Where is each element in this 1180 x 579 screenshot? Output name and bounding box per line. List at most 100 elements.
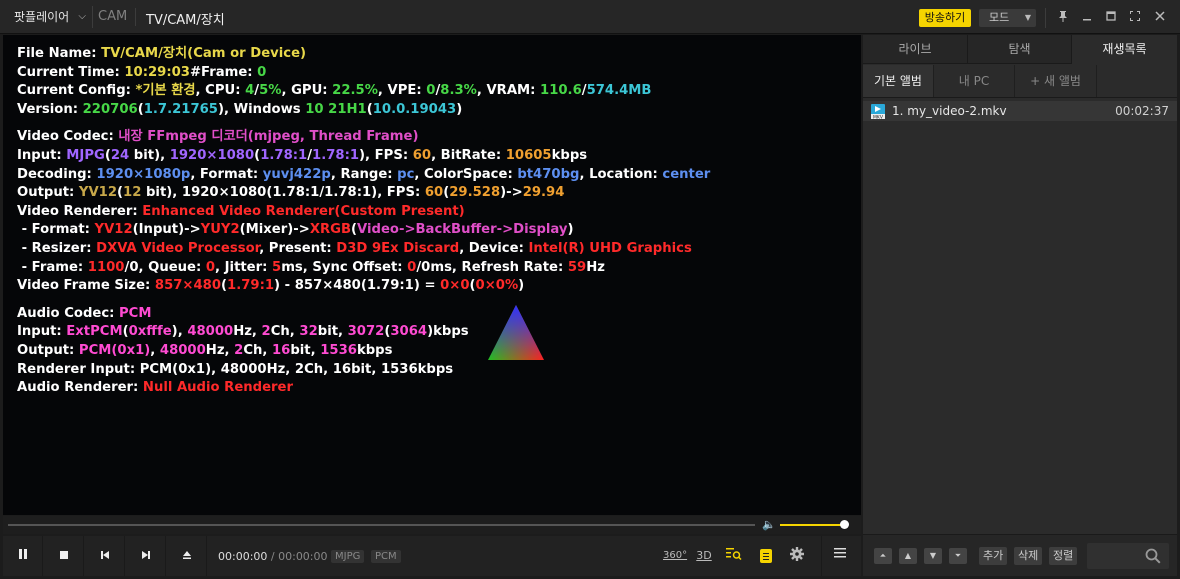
tab-playlist[interactable]: 재생목록 — [1072, 35, 1177, 64]
osd-line-audio-input: Input: ExtPCM(0xfffe), 48000Hz, 2Ch, 32b… — [17, 324, 469, 340]
move-top-button[interactable]: ⏶ — [874, 548, 892, 564]
pin-button[interactable] — [1054, 9, 1072, 27]
color-triangle-graphic — [488, 305, 544, 360]
settings-button[interactable] — [788, 547, 806, 565]
osd-line-file: File Name: TV/CAM/장치(Cam or Device) — [17, 46, 307, 61]
stop-button[interactable] — [44, 536, 84, 576]
gear-icon — [790, 547, 804, 561]
vr-360-button[interactable]: 360° — [663, 547, 687, 565]
previous-button[interactable] — [85, 536, 125, 576]
svg-text:MKV: MKV — [873, 114, 884, 119]
divider — [821, 536, 822, 576]
album-tabs: 기본 앨범 내 PC + 새 앨범 — [863, 65, 1177, 98]
close-icon — [1155, 11, 1165, 21]
maximize-icon — [1106, 11, 1116, 21]
panel-tabs: 라이브 탐색 재생목록 — [863, 35, 1177, 64]
pause-icon — [18, 549, 27, 559]
pause-button[interactable] — [3, 536, 43, 576]
move-bottom-button[interactable]: ⏷ — [949, 548, 967, 564]
video-area[interactable]: File Name: TV/CAM/장치(Cam or Device) Curre… — [3, 35, 861, 515]
volume-slider-handle[interactable] — [840, 520, 849, 529]
side-panel: 라이브 탐색 재생목록 기본 앨범 내 PC + 새 앨범 MKV 1. my_… — [863, 35, 1177, 576]
seek-bar[interactable] — [8, 524, 755, 526]
divider — [1045, 8, 1046, 28]
seek-row: 🔈 — [3, 516, 861, 534]
divider — [92, 6, 93, 28]
osd-line-audio-renderer: Audio Renderer: Null Audio Renderer — [17, 380, 293, 396]
pin-icon — [1059, 11, 1067, 22]
maximize-button[interactable] — [1102, 9, 1120, 27]
divider — [135, 8, 136, 26]
skip-next-icon — [141, 551, 150, 559]
minimize-button[interactable] — [1078, 9, 1096, 27]
close-button[interactable] — [1151, 9, 1169, 27]
broadcast-button[interactable]: 방송하기 — [919, 9, 971, 27]
osd-line-video-input: Input: MJPG(24 bit), 1920×1080(1.78:1/1.… — [17, 147, 588, 163]
playlist-search-input[interactable] — [1087, 543, 1169, 569]
osd-line-frame-stats: - Frame: 1100/0, Queue: 0, Jitter: 5ms, … — [17, 259, 605, 275]
mode-label: 모드 — [989, 11, 1010, 24]
control-bar: 00:00:00 / 00:00:00 MJPG PCM 360° 3D — [3, 536, 861, 576]
move-up-button[interactable]: ▲ — [899, 548, 917, 564]
playlist-item[interactable]: MKV 1. my_video-2.mkv 00:02:37 — [863, 101, 1177, 121]
fullscreen-button[interactable] — [1126, 9, 1144, 27]
osd-line-time: Current Time: 10:29:03#Frame: 0 — [17, 64, 267, 80]
osd-line-video-output: Output: YV12(12 bit), 1920×1080(1.78:1/1… — [17, 185, 565, 201]
title-bar: 팟플레이어 ⌵ CAM TV/CAM/장치 방송하기 모드 ▼ — [0, 0, 1180, 34]
menu-button[interactable] — [831, 547, 849, 565]
app-menu-label: 팟플레이어 — [14, 10, 70, 24]
osd-line-version: Version: 220706(1.7.21765), Windows 10 2… — [17, 101, 463, 117]
next-button[interactable] — [126, 536, 166, 576]
window-title: TV/CAM/장치 — [146, 13, 225, 28]
time-display: 00:00:00 / 00:00:00 — [218, 550, 328, 563]
audio-codec-badge: PCM — [371, 550, 401, 563]
osd-line-audio-codec: Audio Codec: PCM — [17, 305, 152, 321]
osd-line-decoding: Decoding: 1920×1080p, Format: yuvj422p, … — [17, 166, 711, 182]
tab-live[interactable]: 라이브 — [863, 35, 968, 64]
sort-button[interactable]: 정렬 — [1049, 547, 1078, 565]
3d-button[interactable]: 3D — [693, 547, 715, 565]
playlist-item-name: 1. my_video-2.mkv — [892, 104, 1007, 118]
delete-button[interactable]: 삭제 — [1014, 547, 1043, 565]
notes-icon[interactable] — [760, 549, 772, 563]
new-album-button[interactable]: + 새 앨범 — [1015, 65, 1097, 97]
osd-line-renderer: Video Renderer: Enhanced Video Renderer(… — [17, 203, 465, 219]
playlist-footer: ⏶ ▲ ▼ ⏷ 추가 삭제 정렬 — [863, 534, 1177, 576]
search-icon[interactable] — [1145, 548, 1161, 564]
playlist-search-button[interactable] — [725, 547, 743, 565]
total-duration: 00:00:00 — [278, 550, 328, 563]
tab-explore[interactable]: 탐색 — [968, 35, 1072, 64]
stop-icon — [59, 551, 68, 559]
volume-slider[interactable] — [780, 524, 844, 526]
osd-line-resizer: - Resizer: DXVA Video Processor, Present… — [17, 240, 692, 256]
fullscreen-icon — [1130, 11, 1140, 21]
current-time: 00:00:00 — [218, 550, 268, 563]
breadcrumb-source[interactable]: CAM — [98, 9, 127, 24]
playlist-item-duration: 00:02:37 — [1115, 104, 1169, 118]
osd-line-renderer-input: Renderer Input: PCM(0x1), 48000Hz, 2Ch, … — [17, 361, 454, 377]
app-menu-button[interactable]: 팟플레이어 ⌵ — [6, 6, 92, 28]
caret-down-icon: ▼ — [1024, 13, 1031, 22]
osd-line-format: - Format: YV12(Input)->YUY2(Mixer)->XRGB… — [17, 222, 574, 238]
album-tab-default[interactable]: 기본 앨범 — [863, 65, 934, 97]
add-button[interactable]: 추가 — [979, 547, 1008, 565]
hamburger-menu-icon — [834, 548, 846, 558]
osd-line-audio-output: Output: PCM(0x1), 48000Hz, 2Ch, 16bit, 1… — [17, 342, 393, 358]
playback-info-overlay: File Name: TV/CAM/장치(Cam or Device) Curre… — [17, 45, 710, 398]
osd-line-config: Current Config: *기본 환경, CPU: 4/5%, GPU: … — [17, 83, 652, 99]
mode-dropdown[interactable]: 모드 ▼ — [979, 9, 1036, 27]
osd-line-frame-size: Video Frame Size: 857×480(1.79:1) - 857×… — [17, 278, 525, 294]
minimize-icon — [1083, 19, 1091, 21]
mkv-file-icon: MKV — [871, 104, 885, 119]
eject-button[interactable] — [167, 536, 207, 576]
album-tab-my-pc[interactable]: 내 PC — [934, 65, 1015, 97]
volume-icon[interactable]: 🔈 — [762, 518, 776, 531]
eject-icon — [182, 551, 191, 559]
osd-line-video-codec: Video Codec: 내장 FFmpeg 디코더(mjpeg, Thread… — [17, 129, 419, 145]
move-down-button[interactable]: ▼ — [924, 548, 942, 564]
playlist: MKV 1. my_video-2.mkv 00:02:37 — [863, 99, 1177, 532]
chevron-down-icon: ⌵ — [78, 11, 86, 22]
list-search-icon — [726, 548, 742, 561]
video-codec-badge: MJPG — [331, 550, 365, 563]
skip-previous-icon — [100, 551, 109, 559]
